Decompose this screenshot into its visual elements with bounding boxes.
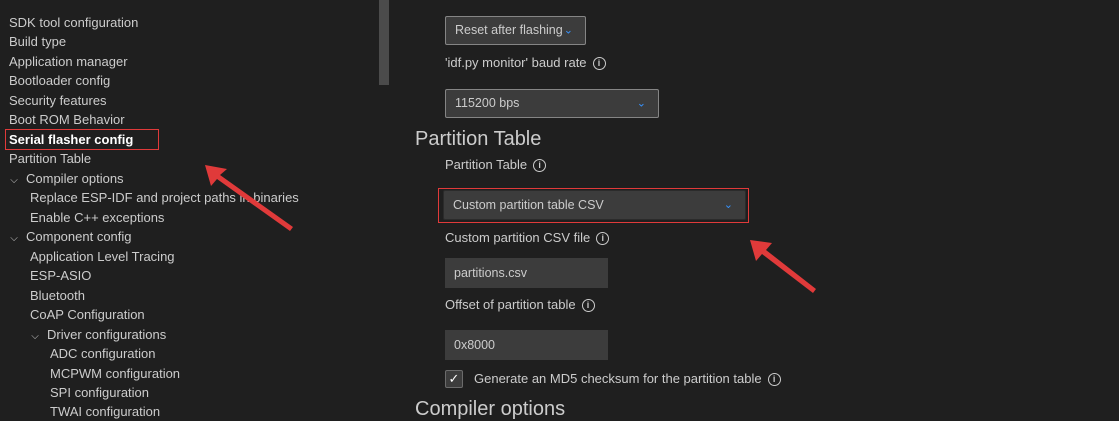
tree-item-label: MCPWM configuration [50,366,181,381]
annotation-arrow [750,240,816,293]
tree-item-twai-configuration[interactable]: TWAI configuration [50,402,160,421]
next-section-title: Compiler options [415,398,566,420]
md5-checkbox[interactable]: ✓ [445,370,463,388]
tree-item-label: TWAI configuration [50,404,161,419]
info-icon[interactable]: i [767,373,781,386]
info-icon[interactable]: i [596,232,610,245]
partition-table-label: Partition Table i [445,157,547,172]
tree-item-label: Compiler options [26,171,124,186]
tree-item-spi-configuration[interactable]: SPI configuration [50,383,149,402]
tree-item-label: Build type [9,34,67,49]
select-value: Reset after flashing [455,23,563,37]
tree-item-security-features[interactable]: Security features [9,91,107,110]
tree-item-esp-asio[interactable]: ESP-ASIO [30,266,91,285]
tree-item-label: ESP-ASIO [30,268,92,283]
tree-item-label: ADC configuration [50,346,156,361]
annotation-highlight-box [5,129,159,150]
offset-label: Offset of partition table i [445,297,595,312]
tree-item-bootloader-config[interactable]: Bootloader config [9,71,110,90]
tree-item-sdk-tool-configuration[interactable]: SDK tool configuration [9,13,138,32]
chevron-down-icon[interactable]: ⌵ [7,229,21,248]
tree-item-label: Component config [26,229,132,244]
info-icon[interactable]: i [581,299,595,312]
tree-item-mcpwm-configuration[interactable]: MCPWM configuration [50,364,180,383]
chevron-down-icon[interactable]: ⌵ [7,171,21,190]
tree-item-label: Driver configurations [47,327,167,342]
label-text: Partition Table [445,157,528,172]
label-text: Generate an MD5 checksum for the partiti… [474,371,762,386]
tree-item-driver-configurations[interactable]: ⌵ Driver configurations [28,325,166,344]
tree-item-label: Security features [9,93,107,108]
baud-rate-label: 'idf.py monitor' baud rate i [445,55,606,70]
settings-panel: Reset after flashing ⌄ 'idf.py monitor' … [390,0,1119,420]
baud-rate-select[interactable]: 115200 bps ⌄ [445,89,659,118]
info-icon[interactable]: i [533,159,547,172]
label-text: 'idf.py monitor' baud rate [445,55,587,70]
annotation-highlight-box [438,188,749,223]
tree-item-app-level-tracing[interactable]: Application Level Tracing [30,247,175,266]
tree-item-component-config[interactable]: ⌵ Component config [7,227,132,248]
tree-item-label: CoAP Configuration [30,307,145,322]
csv-file-label: Custom partition CSV file i [445,230,610,245]
tree-item-label: Boot ROM Behavior [9,112,125,127]
after-flash-select[interactable]: Reset after flashing ⌄ [445,16,586,45]
tree-item-boot-rom-behavior[interactable]: Boot ROM Behavior [9,110,125,129]
label-text: Custom partition CSV file [445,230,591,245]
tree-item-label: Bluetooth [30,288,85,303]
tree-item-label: Enable C++ exceptions [30,210,165,225]
tree-item-adc-configuration[interactable]: ADC configuration [50,344,156,363]
tree-item-coap-configuration[interactable]: CoAP Configuration [30,305,145,324]
tree-item-label: SDK tool configuration [9,15,139,30]
tree-item-label: Partition Table [9,151,92,166]
chevron-down-icon: ⌄ [636,97,646,109]
label-text: Offset of partition table [445,297,576,312]
select-value: 115200 bps [455,96,520,110]
tree-item-bluetooth[interactable]: Bluetooth [30,286,85,305]
tree-item-application-manager[interactable]: Application manager [9,52,128,71]
chevron-down-icon: ⌄ [563,24,573,36]
tree-item-build-type[interactable]: Build type [9,32,66,51]
sidebar-scrollbar[interactable] [379,0,389,85]
annotation-arrow [205,165,293,231]
tree-item-label: Bootloader config [9,73,111,88]
config-tree-sidebar: SDK tool configuration Build type Applic… [0,0,390,419]
chevron-down-icon[interactable]: ⌵ [28,327,42,346]
offset-input[interactable]: 0x8000 [445,330,608,360]
csv-file-input[interactable]: partitions.csv [445,258,608,288]
tree-item-enable-cpp-exceptions[interactable]: Enable C++ exceptions [30,208,164,227]
tree-item-partition-table[interactable]: Partition Table [9,149,91,168]
tree-item-label: SPI configuration [50,385,150,400]
tree-item-label: Application manager [9,54,128,69]
md5-label: Generate an MD5 checksum for the partiti… [474,371,781,386]
section-title: Partition Table [415,128,542,150]
tree-item-label: Application Level Tracing [30,249,175,264]
info-icon[interactable]: i [592,57,606,70]
tree-item-compiler-options[interactable]: ⌵ Compiler options [7,169,124,190]
